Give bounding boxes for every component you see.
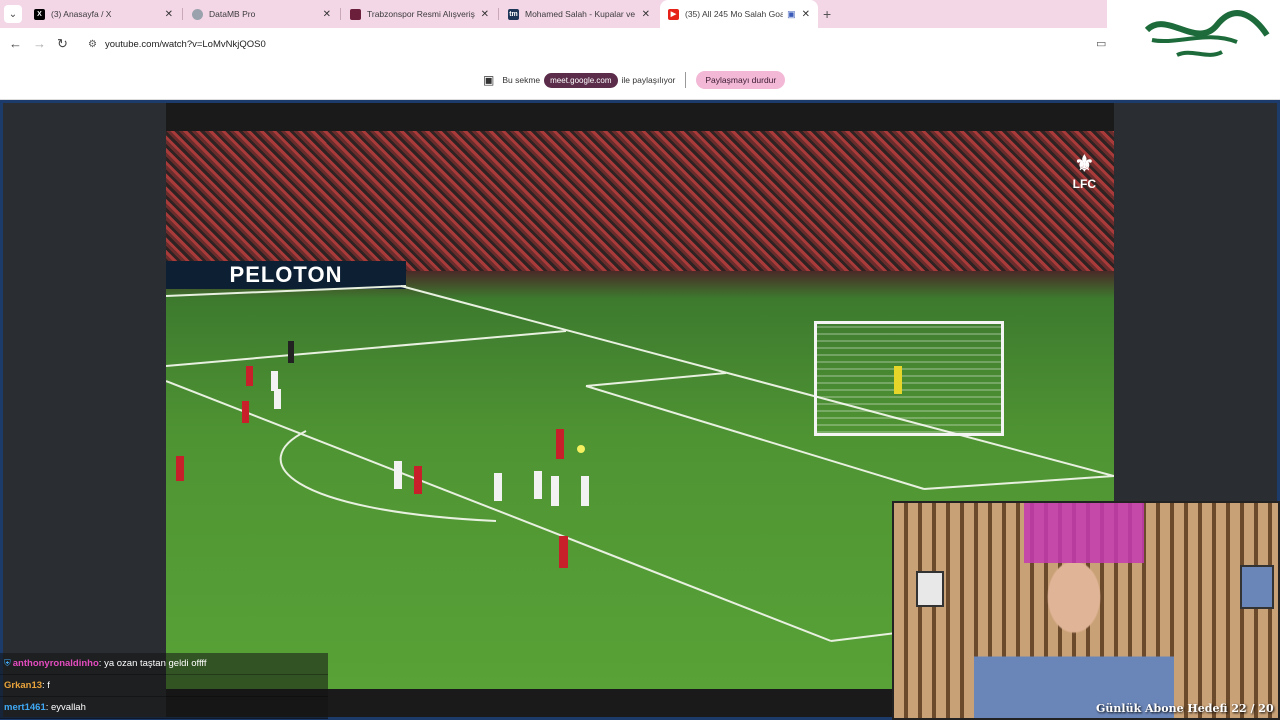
chat-message: Grkan13 : f [0,675,328,697]
youtube-icon: ▶ [668,8,679,20]
chat-overlay: ⛨ anthonyronaldinho : ya ozan taştan gel… [0,653,328,719]
streamer [974,563,1174,718]
tab-separator [340,8,341,20]
forward-icon[interactable]: → [33,36,46,51]
tab-transfermarkt[interactable]: tm Mohamed Salah - Kupalar ve b ✕ [500,0,658,28]
video-letterbox-top [166,103,1114,131]
share-prefix: Bu sekme [502,75,541,85]
tab-x[interactable]: X (3) Anasayfa / X ✕ [26,0,181,28]
close-icon[interactable]: ✕ [323,9,331,20]
url-field[interactable]: ⚙ youtube.com/watch?v=LoMvNkjQOS0 [80,32,1107,56]
chat-text: : ya ozan taştan geldi offff [98,658,207,669]
trophy-frame-icon [916,571,944,607]
screen-share-icon: ▣ [483,73,495,87]
chat-message: ⛨ anthonyronaldinho : ya ozan taştan gel… [0,653,328,675]
tab-title: DataMB Pro [209,9,256,19]
chat-text: : f [42,680,50,691]
site-info-icon[interactable]: ⚙ [88,39,97,50]
tab-separator [182,8,183,20]
tab-search-button[interactable]: ⌄ [4,5,22,23]
screen-share-icon: ▣ [787,8,796,19]
tab-title: Mohamed Salah - Kupalar ve b [525,9,636,19]
jersey-frame-icon [1240,565,1274,609]
chat-message: mert1461 : eyvallah [0,697,328,719]
share-banner: ▣ Bu sekme meet.google.com ile paylaşılı… [0,60,1280,100]
url-text: youtube.com/watch?v=LoMvNkjQOS0 [104,38,266,50]
close-icon[interactable]: ✕ [802,9,810,20]
chat-username: mert1461 [4,702,46,713]
chat-username: anthonyronaldinho [12,658,99,669]
datamb-icon [192,8,203,20]
tab-youtube[interactable]: ▶ (35) All 245 Mo Salah Goal ▣ ✕ [660,0,818,28]
share-suffix: ile paylaşılıyor [621,75,676,85]
tab-trabzonspor[interactable]: Trabzonspor Resmi Alışveriş Sit ✕ [342,0,497,28]
back-icon[interactable]: ← [9,36,22,51]
stop-sharing-button[interactable]: Paylaşmayı durdur [696,71,786,89]
close-icon[interactable]: ✕ [481,9,489,20]
share-domain-chip: meet.google.com [544,72,618,88]
close-icon[interactable]: ✕ [642,9,650,20]
tab-title: (3) Anasayfa / X [51,9,112,19]
subscriber-goal: Günlük Abone Hedefi 22 / 20 [1096,702,1274,715]
tab-title: Trabzonspor Resmi Alışveriş Sit [367,9,475,19]
chat-username: Grkan13 [4,680,43,691]
close-icon[interactable]: ✕ [165,9,173,20]
tab-separator [498,8,499,20]
address-bar: ← → ↻ ⚙ youtube.com/watch?v=LoMvNkjQOS0 … [0,28,1107,60]
shield-badge-icon: ⛨ [4,658,11,668]
tab-title: (35) All 245 Mo Salah Goal [685,9,784,19]
divider [685,72,687,88]
chat-text: : eyvallah [45,702,86,713]
tab-datamb[interactable]: DataMB Pro ✕ [184,0,339,28]
x-logo-icon: X [34,8,45,20]
webcam-feed [892,501,1280,720]
trabzonspor-icon [350,8,361,20]
tm-icon: tm [508,8,519,20]
neon-sign [1024,503,1144,563]
reload-icon[interactable]: ↻ [57,36,68,52]
new-tab-button[interactable]: + [823,6,831,22]
tab-bar: ⌄ X (3) Anasayfa / X ✕ DataMB Pro ✕ Trab… [0,0,1107,28]
cast-icon[interactable]: ▭ [1096,37,1106,50]
